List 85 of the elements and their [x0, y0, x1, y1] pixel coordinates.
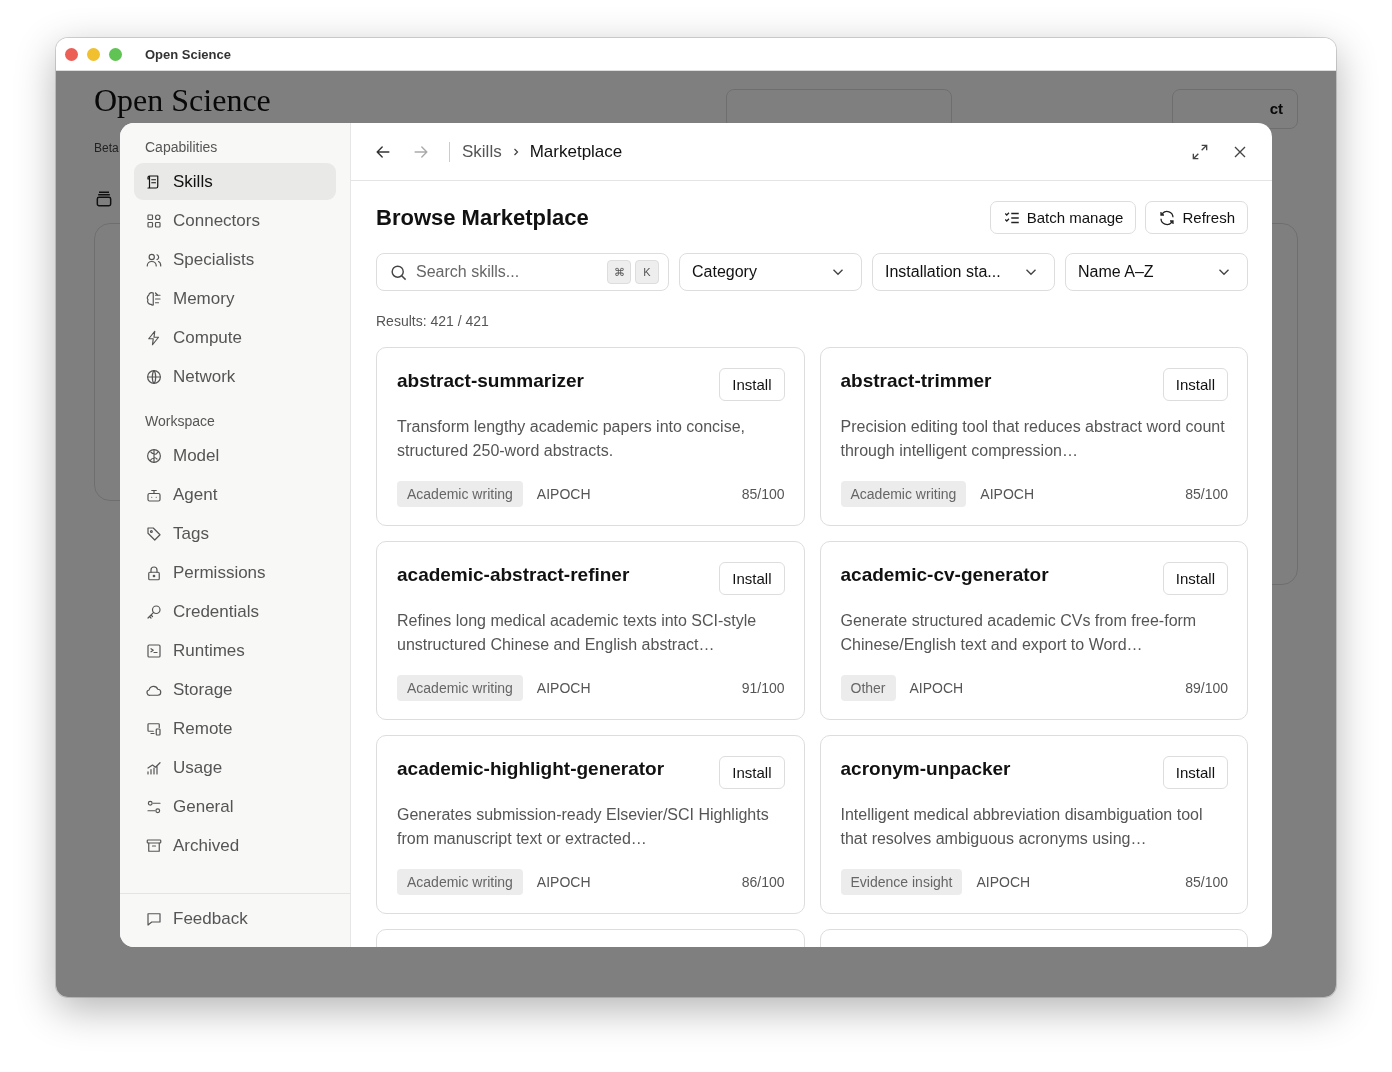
skill-description: Precision editing tool that reduces abstract word count through intelligent compression…: [840, 417, 1226, 461]
window-title: Open Science: [145, 46, 231, 62]
sidebar-item[interactable]: Agent: [134, 476, 336, 513]
section-title: Workspace: [144, 413, 216, 429]
sidebar-icon: [145, 641, 163, 660]
skill-name: acronym-unpacker: [840, 758, 1011, 780]
shortcut-key: K: [635, 260, 659, 284]
close-window-button[interactable]: [65, 47, 78, 61]
sidebar-icon: [145, 836, 163, 855]
install-button[interactable]: Install: [719, 756, 785, 789]
skill-name: academic-abstract-refiner: [397, 564, 630, 586]
publisher-name: AIPOCH: [536, 486, 591, 502]
filter-dropdown[interactable]: Installation sta...: [872, 253, 1055, 291]
page-title: Browse Marketplace: [376, 204, 590, 231]
search-icon: [389, 262, 408, 282]
sidebar-item[interactable]: Usage: [134, 749, 336, 786]
sidebar-item[interactable]: General: [134, 788, 336, 825]
install-button[interactable]: Install: [1162, 756, 1228, 789]
stack-icon: [94, 189, 114, 209]
sidebar-item[interactable]: Remote: [134, 710, 336, 747]
install-button[interactable]: Install: [719, 368, 785, 401]
sidebar-icon: [145, 211, 163, 230]
skill-description: Intelligent medical abbreviation disambiguation tool that resolves ambiguous acronyms using…: [840, 805, 1204, 849]
filter-dropdown[interactable]: Category: [679, 253, 862, 291]
install-button[interactable]: Install: [1162, 562, 1228, 595]
sidebar-item[interactable]: Specialists: [134, 241, 336, 278]
skill-description: Transform lengthy academic papers into concise, structured 250-word abstracts.: [397, 417, 746, 461]
sidebar-item[interactable]: Credentials: [134, 593, 336, 630]
publisher-name: AIPOCH: [909, 680, 964, 696]
search-input[interactable]: Search skills...: [414, 262, 603, 282]
search-field[interactable]: Search skills... ⌘ K: [376, 253, 669, 291]
breadcrumb-link[interactable]: Skills: [462, 141, 502, 162]
sidebar-item[interactable]: Network: [134, 358, 336, 395]
publisher-name: AIPOCH: [536, 874, 591, 890]
install-button[interactable]: Install: [719, 562, 785, 595]
category-tag: Academic writing: [397, 869, 523, 895]
category-tag: Other: [840, 675, 896, 701]
sidebar-item[interactable]: Permissions: [134, 554, 336, 591]
refresh-icon[interactable]: [1158, 208, 1177, 227]
skill-description: Generates submission-ready Elsevier/SCI Highlights from manuscript text or extracted…: [397, 805, 770, 849]
install-button[interactable]: Install: [1162, 368, 1228, 401]
sidebar-item[interactable]: Skills: [134, 163, 336, 200]
breadcrumb-link[interactable]: Marketplace: [529, 141, 623, 162]
skill-score: 85/100: [1185, 486, 1228, 502]
category-tag: Academic writing: [840, 481, 967, 507]
publisher-name: AIPOCH: [536, 680, 591, 696]
sidebar-icon: [145, 602, 163, 621]
skill-name: abstract-summarizer: [397, 370, 584, 392]
action-button[interactable]: Batch manage: [989, 201, 1137, 234]
section-title: Capabilities: [144, 139, 219, 155]
skill-score: 85/100: [741, 486, 785, 502]
action-button[interactable]: Refresh: [1145, 201, 1248, 234]
publisher-name: AIPOCH: [980, 486, 1034, 502]
filter-dropdown[interactable]: Name A–Z: [1065, 253, 1248, 291]
skill-description: Refines long medical academic texts into SCI-style unstructured Chinese and English abstract…: [397, 611, 758, 655]
sidebar-item[interactable]: Archived: [134, 827, 336, 864]
category-tag: Evidence insight: [840, 869, 963, 895]
skill-name: abstract-trimmer: [840, 370, 992, 392]
sidebar-icon: [145, 563, 163, 582]
sidebar-item[interactable]: Memory: [134, 280, 336, 317]
app-heading: Open Science: [94, 81, 271, 119]
sidebar-item[interactable]: Tags: [134, 515, 336, 552]
results-count: Results: 421 / 421: [376, 313, 490, 329]
sidebar-icon: [145, 446, 163, 465]
category-tag: Academic writing: [397, 675, 523, 701]
feedback-item[interactable]: Feedback: [134, 900, 336, 937]
skill-name: academic-cv-generator: [840, 564, 1049, 586]
sidebar-item[interactable]: Compute: [134, 319, 336, 356]
skill-name: academic-highlight-generator: [397, 758, 665, 780]
sidebar-icon: [145, 289, 163, 308]
publisher-name: AIPOCH: [976, 874, 1031, 890]
shortcut-key: ⌘: [607, 260, 631, 284]
sidebar-item[interactable]: Runtimes: [134, 632, 336, 669]
skill-description: Generate structured academic CVs from free-form Chinese/English text and export to Word…: [840, 611, 1198, 655]
sidebar-item[interactable]: Model: [134, 437, 336, 474]
app-subtitle: Beta: [94, 141, 119, 155]
sidebar-item[interactable]: Connectors: [134, 202, 336, 239]
sidebar-item[interactable]: Storage: [134, 671, 336, 708]
sidebar-icon: [145, 524, 163, 543]
category-tag: Academic writing: [397, 481, 523, 507]
skill-score: 86/100: [741, 874, 785, 890]
sidebar-icon: [145, 367, 163, 386]
skill-score: 91/100: [741, 680, 785, 696]
skill-score: 89/100: [1185, 680, 1228, 696]
skill-score: 85/100: [1185, 874, 1228, 890]
